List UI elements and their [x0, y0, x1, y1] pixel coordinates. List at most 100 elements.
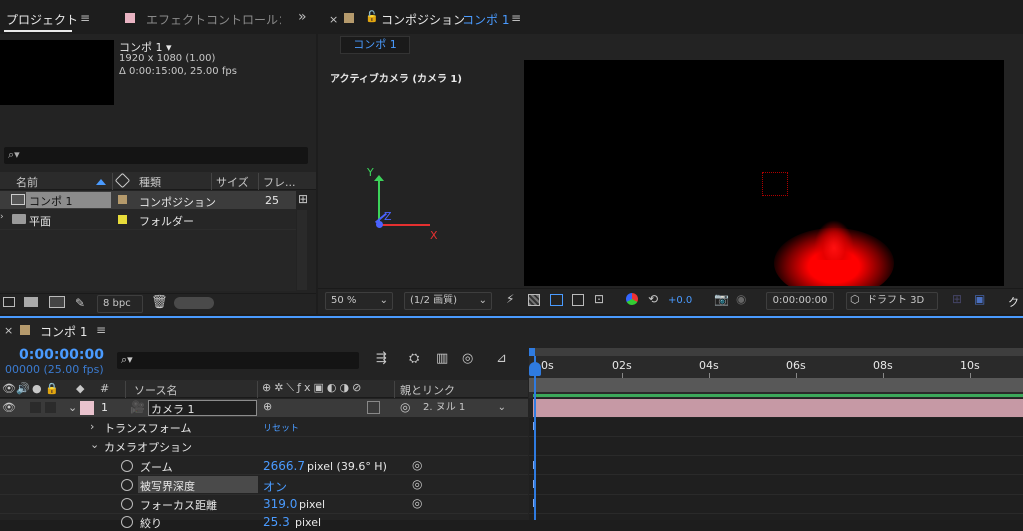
comp-icon	[11, 194, 25, 205]
interpret-footage-icon[interactable]	[3, 297, 15, 307]
expression-pick-whip-icon[interactable]: ◎	[412, 458, 422, 472]
layer-switch-icon[interactable]: ⊕	[263, 400, 272, 413]
column-size[interactable]: サイズ	[216, 174, 249, 190]
current-time[interactable]: 0:00:00:00	[19, 347, 104, 363]
close-icon[interactable]: ×	[4, 324, 13, 337]
adjust-icon[interactable]: ✎	[75, 296, 85, 310]
property-value[interactable]: 2666.7	[263, 459, 305, 473]
reset-link[interactable]: リセット	[263, 421, 299, 434]
lock-icon[interactable]: 🔓	[365, 10, 379, 23]
grid-guides-icon[interactable]: ⊡	[594, 292, 604, 306]
expression-pick-whip-icon[interactable]: ◎	[412, 477, 422, 491]
project-hscrollbar[interactable]	[174, 297, 214, 309]
new-folder-icon[interactable]	[24, 297, 38, 307]
video-switch-icon: 👁	[2, 382, 16, 395]
mask-visibility-icon[interactable]	[550, 294, 563, 306]
tab-composition-name[interactable]: コンポ 1	[462, 11, 509, 28]
3d-layer-switch[interactable]	[367, 401, 380, 414]
project-scrollbar[interactable]	[297, 210, 307, 290]
property-value[interactable]: オン	[263, 478, 287, 495]
layer-expand-icon[interactable]: ⌄	[68, 401, 77, 414]
label-color-swatch[interactable]	[118, 215, 127, 224]
column-frame[interactable]: フレ...	[263, 174, 296, 190]
shy-layers-icon[interactable]: ⛭	[409, 351, 419, 366]
track-area[interactable]	[529, 418, 1023, 520]
transparency-grid-icon[interactable]	[528, 294, 540, 306]
column-parent-link[interactable]: 親とリンク	[400, 382, 455, 398]
column-source-name[interactable]: ソース名	[134, 382, 177, 398]
region-of-interest-icon[interactable]	[572, 294, 584, 306]
property-value[interactable]: 319.0	[263, 497, 297, 511]
expression-pick-whip-icon[interactable]: ◎	[412, 496, 422, 510]
exposure-value[interactable]: +0.0	[668, 295, 692, 306]
layer-duration-bar[interactable]	[533, 399, 1023, 417]
timeline-panel-menu[interactable]: ≡	[96, 323, 106, 337]
layer-switches-icon: ⊕✲⟍ƒx▣◐◑⊘	[262, 381, 365, 394]
column-kind[interactable]: 種類	[139, 174, 161, 190]
property-value[interactable]: 25.3	[263, 515, 290, 529]
stopwatch-icon[interactable]	[121, 516, 133, 528]
panel-overflow-button[interactable]: »	[298, 9, 307, 25]
tab-composition[interactable]: コンポジション	[381, 11, 465, 28]
bpc-button[interactable]: 8 bpc	[97, 295, 143, 313]
eye-icon[interactable]: 👁	[2, 401, 16, 414]
expand-arrow-icon[interactable]: ›	[90, 420, 94, 433]
chevron-down-icon: ⌄	[478, 295, 487, 306]
frame-blending-icon[interactable]: ▥	[436, 351, 448, 366]
axis-x-label: X	[430, 229, 438, 242]
camera-target-box	[762, 172, 788, 196]
graph-editor-icon[interactable]: ⊿	[496, 351, 507, 366]
comp-thumbnail	[0, 40, 114, 105]
playhead-handle[interactable]	[529, 362, 541, 376]
flowchart-icon[interactable]: ⊞	[298, 192, 308, 206]
channel-icon[interactable]	[626, 293, 638, 305]
property-transform[interactable]: トランスフォーム	[104, 420, 191, 436]
resolution-value: (1/2 画質)	[410, 295, 458, 306]
current-time-field[interactable]: 0:00:00:00	[766, 292, 834, 310]
column-name[interactable]: 名前	[16, 174, 38, 190]
composition-mini-flowchart-icon[interactable]: ⇶	[376, 351, 387, 366]
work-area-bar[interactable]	[529, 348, 1023, 356]
stopwatch-icon[interactable]	[121, 498, 133, 510]
draft-3d-button[interactable]: ドラフト 3D	[846, 292, 938, 310]
property-unit: pixel (39.6° H)	[307, 460, 387, 473]
tab-effect-controls[interactable]: エフェクトコントロール：	[146, 11, 281, 28]
lock-toggle[interactable]	[45, 402, 56, 413]
solo-toggle[interactable]	[30, 402, 41, 413]
layer-name: カメラ 1	[151, 403, 195, 416]
project-search-input[interactable]	[4, 147, 308, 164]
snapshot-icon[interactable]: 📷	[714, 292, 729, 306]
comp-canvas[interactable]	[524, 60, 1004, 286]
work-area-start[interactable]	[529, 348, 535, 356]
parent-dropdown[interactable]: 2. ヌル 1 ⌄	[418, 400, 510, 418]
project-panel-menu[interactable]: ≡	[80, 11, 90, 25]
fast-preview-icon[interactable]: ⚡	[506, 292, 514, 306]
trash-icon[interactable]: 🗑	[151, 295, 168, 310]
motion-blur-icon[interactable]: ◎	[462, 351, 473, 366]
zoom-value: 50 %	[331, 295, 357, 306]
timeline-tab-swatch	[20, 325, 30, 335]
timeline-search-input[interactable]	[117, 352, 359, 369]
view-options-icon[interactable]: ▣	[974, 292, 985, 306]
stopwatch-icon[interactable]	[121, 460, 133, 472]
tab-project[interactable]: プロジェクト	[6, 11, 78, 28]
collapse-arrow-icon[interactable]: ⌄	[90, 438, 99, 451]
stopwatch-icon[interactable]	[121, 479, 133, 491]
zoom-dropdown[interactable]: 50 % ⌄	[325, 292, 393, 310]
reset-exposure-icon[interactable]: ⟲	[648, 292, 658, 306]
comp-flowchart-tab[interactable]: コンポ 1	[340, 36, 410, 54]
close-icon[interactable]: ×	[329, 13, 338, 26]
tab-timeline[interactable]: コンポ 1	[40, 323, 87, 340]
expand-arrow-icon[interactable]: ›	[0, 212, 4, 222]
view-layout-icon[interactable]: ⊞	[952, 292, 962, 306]
layer-label-swatch[interactable]	[80, 401, 94, 415]
label-color-swatch[interactable]	[118, 195, 127, 204]
resolution-dropdown[interactable]: (1/2 画質) ⌄	[404, 292, 492, 310]
new-comp-icon[interactable]	[49, 296, 65, 308]
column-number: #	[100, 382, 110, 395]
work-area-range[interactable]	[529, 378, 1023, 392]
pick-whip-icon[interactable]: ◎	[400, 400, 410, 414]
ruler-tick-label: 06s	[786, 359, 806, 372]
comp-panel-menu[interactable]: ≡	[511, 11, 521, 25]
property-camera-options[interactable]: カメラオプション	[104, 439, 192, 455]
